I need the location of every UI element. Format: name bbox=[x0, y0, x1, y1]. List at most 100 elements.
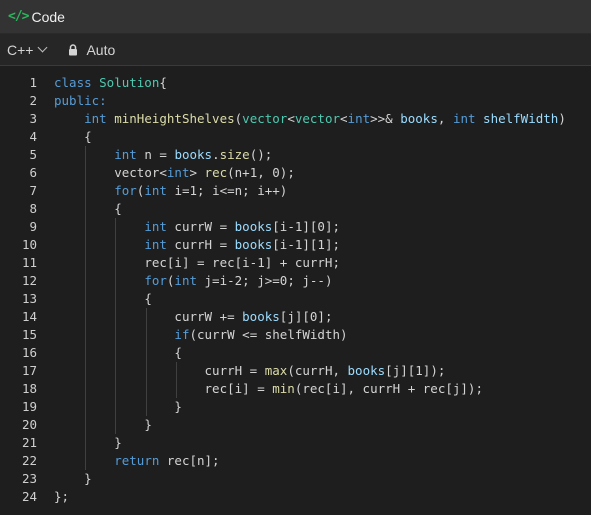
language-selector[interactable]: C++ bbox=[7, 41, 48, 58]
code-line: 17 currH = max(currH, books[j][1]); bbox=[0, 362, 591, 380]
line-number: 7 bbox=[29, 183, 37, 198]
code-token: vector< bbox=[114, 165, 167, 180]
code-token: books bbox=[347, 363, 386, 378]
indent-guide bbox=[115, 308, 117, 326]
code-token: (currH, bbox=[287, 363, 348, 378]
auto-button[interactable]: Auto bbox=[68, 42, 115, 58]
code-token: int bbox=[144, 237, 175, 252]
indent-guide bbox=[115, 236, 117, 254]
code-token: max bbox=[264, 363, 288, 378]
code-token: }; bbox=[54, 489, 70, 504]
code-line: 1 class Solution{ bbox=[0, 74, 591, 92]
code-token: books bbox=[234, 237, 273, 252]
line-number: 20 bbox=[21, 417, 37, 432]
code-token: [i-1][0]; bbox=[272, 219, 341, 234]
code-token: int bbox=[174, 273, 205, 288]
indent-guide bbox=[115, 416, 117, 434]
indent-guide bbox=[85, 146, 87, 164]
indent-guide bbox=[145, 326, 147, 344]
line-number: 6 bbox=[29, 165, 37, 180]
code-token: ) bbox=[558, 111, 566, 126]
code-token: < bbox=[287, 111, 295, 126]
line-number: 3 bbox=[29, 111, 37, 126]
code-token: , bbox=[437, 111, 453, 126]
code-line: 20 } bbox=[0, 416, 591, 434]
code-token: for bbox=[144, 273, 167, 288]
line-number: 8 bbox=[29, 201, 37, 216]
lock-icon bbox=[68, 43, 78, 56]
indent-guide bbox=[85, 272, 87, 290]
code-token: return bbox=[114, 453, 167, 468]
indent-guide bbox=[145, 344, 147, 362]
line-number: 9 bbox=[29, 219, 37, 234]
code-token: . bbox=[212, 147, 220, 162]
code-token: } bbox=[84, 471, 92, 486]
code-token: { bbox=[159, 75, 167, 90]
code-line: 19 } bbox=[0, 398, 591, 416]
line-number: 10 bbox=[21, 237, 37, 252]
code-token: < bbox=[340, 111, 348, 126]
panel-title: Code bbox=[31, 8, 65, 25]
code-line: 4 { bbox=[0, 128, 591, 146]
indent-guide bbox=[115, 254, 117, 272]
code-line: 15 if(currW <= shelfWidth) bbox=[0, 326, 591, 344]
code-token: } bbox=[144, 417, 152, 432]
code-line: 5 int n = books.size(); bbox=[0, 146, 591, 164]
code-text: int minHeightShelves(vector<vector<int>>… bbox=[54, 110, 566, 128]
line-number: 5 bbox=[29, 147, 37, 162]
code-line: 18 rec[i] = min(rec[i], currH + rec[j]); bbox=[0, 380, 591, 398]
indent-guide bbox=[145, 398, 147, 416]
code-token: min bbox=[272, 381, 295, 396]
code-text: if(currW <= shelfWidth) bbox=[54, 326, 348, 344]
code-token: int bbox=[114, 147, 145, 162]
code-text: for(int i=1; i<=n; i++) bbox=[54, 182, 287, 200]
code-token: > bbox=[189, 165, 205, 180]
indent-guide bbox=[115, 380, 117, 398]
indent-guide bbox=[85, 254, 87, 272]
code-token: rec[i] = bbox=[204, 381, 273, 396]
code-line: 2 public: bbox=[0, 92, 591, 110]
indent-guide bbox=[85, 452, 87, 470]
code-token: for bbox=[114, 183, 137, 198]
line-number: 13 bbox=[21, 291, 37, 306]
code-token: currH = bbox=[204, 363, 265, 378]
indent-guide bbox=[85, 290, 87, 308]
code-token: minHeightShelves bbox=[114, 111, 235, 126]
indent-guide bbox=[85, 344, 87, 362]
language-label: C++ bbox=[7, 41, 34, 58]
indent-guide bbox=[85, 236, 87, 254]
code-token: int bbox=[166, 165, 190, 180]
indent-guide bbox=[85, 434, 87, 452]
line-number: 19 bbox=[21, 399, 37, 414]
indent-guide bbox=[85, 326, 87, 344]
code-text: { bbox=[54, 344, 182, 362]
indent-guide bbox=[85, 218, 87, 236]
line-number: 2 bbox=[29, 93, 37, 108]
line-number: 21 bbox=[21, 435, 37, 450]
code-text: vector<int> rec(n+1, 0); bbox=[54, 164, 295, 182]
code-token: int bbox=[84, 111, 115, 126]
code-text: return rec[n]; bbox=[54, 452, 220, 470]
code-text: } bbox=[54, 416, 152, 434]
code-text: } bbox=[54, 434, 122, 452]
code-token: [i-1][1]; bbox=[272, 237, 341, 252]
code-token: [j][1]); bbox=[385, 363, 446, 378]
code-editor[interactable]: 1 class Solution{2 public: 3 int minHeightS… bbox=[0, 66, 591, 506]
code-token: { bbox=[174, 345, 182, 360]
code-token: int bbox=[144, 219, 175, 234]
code-text: { bbox=[54, 200, 122, 218]
code-token: rec[i] = rec[i-1] + currH; bbox=[144, 255, 340, 270]
code-token: shelfWidth bbox=[483, 111, 559, 126]
code-token: (rec[i], currH + rec[j]); bbox=[294, 381, 483, 396]
code-text: { bbox=[54, 290, 152, 308]
indent-guide bbox=[145, 362, 147, 380]
code-token: books bbox=[234, 219, 273, 234]
code-token: { bbox=[114, 201, 122, 216]
line-number: 11 bbox=[21, 255, 37, 270]
code-token: { bbox=[144, 291, 152, 306]
code-text: rec[i] = min(rec[i], currH + rec[j]); bbox=[54, 380, 483, 398]
code-token: { bbox=[84, 129, 92, 144]
code-text: }; bbox=[54, 488, 69, 506]
code-token: books bbox=[400, 111, 438, 126]
line-number: 1 bbox=[29, 75, 37, 90]
